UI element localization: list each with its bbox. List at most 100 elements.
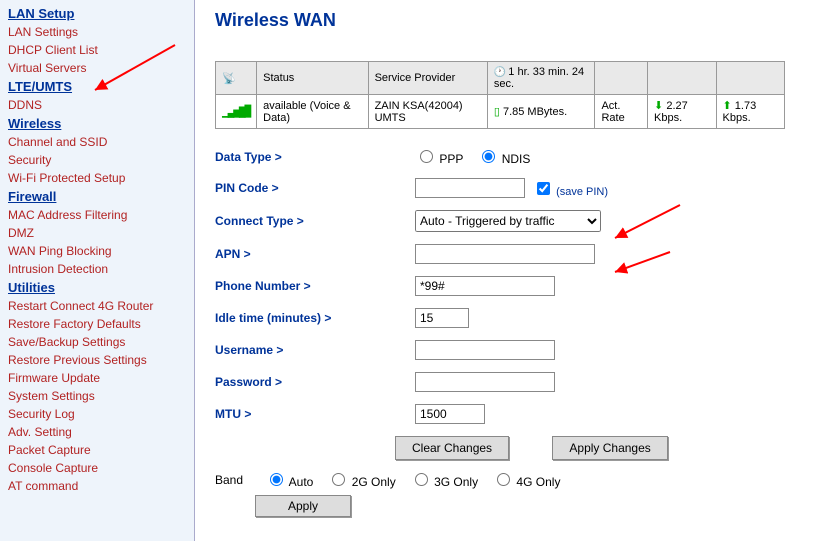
sidebar-section-utilities[interactable]: Utilities — [0, 278, 194, 297]
radio-band-4g-label: 4G Only — [516, 475, 560, 489]
label-data-type: Data Type > — [215, 150, 415, 164]
sidebar-section-wireless[interactable]: Wireless — [0, 114, 194, 133]
nav-console-capture[interactable]: Console Capture — [0, 459, 194, 477]
input-idle[interactable] — [415, 308, 469, 328]
label-phone: Phone Number > — [215, 279, 415, 293]
label-idle: Idle time (minutes) > — [215, 311, 415, 325]
clear-changes-button[interactable]: Clear Changes — [395, 436, 509, 460]
radio-ppp[interactable] — [420, 150, 433, 163]
label-password: Password > — [215, 375, 415, 389]
data-icon: ▯ — [494, 106, 500, 118]
nav-security-log[interactable]: Security Log — [0, 405, 194, 423]
button-row: Clear Changes Apply Changes — [395, 436, 810, 460]
row-connect-type: Connect Type > Auto - Triggered by traff… — [215, 210, 810, 232]
nav-adv-setting[interactable]: Adv. Setting — [0, 423, 194, 441]
nav-mac-filtering[interactable]: MAC Address Filtering — [0, 206, 194, 224]
label-apn: APN > — [215, 247, 415, 261]
input-phone[interactable] — [415, 276, 555, 296]
row-apn: APN > — [215, 244, 810, 264]
radio-ndis-label: NDIS — [502, 152, 531, 166]
row-password: Password > — [215, 372, 810, 392]
nav-ddns[interactable]: DDNS — [0, 96, 194, 114]
nav-packet-capture[interactable]: Packet Capture — [0, 441, 194, 459]
download-icon: ⬇ — [654, 100, 663, 112]
antenna-icon: 📡 — [222, 73, 236, 85]
nav-wifi-protected-setup[interactable]: Wi-Fi Protected Setup — [0, 169, 194, 187]
row-mtu: MTU > — [215, 404, 810, 424]
provider-value: ZAIN KSA(42004) UMTS — [368, 95, 487, 129]
save-pin-wrap[interactable]: (save PIN) — [533, 179, 608, 198]
input-password[interactable] — [415, 372, 555, 392]
page-title: Wireless WAN — [215, 10, 810, 31]
status-header-status: Status — [257, 62, 368, 95]
signal-icon: ▁▃▅▇█ — [222, 105, 250, 118]
band-apply-row: Apply — [255, 495, 810, 517]
label-connect-type: Connect Type > — [215, 214, 415, 228]
checkbox-save-pin[interactable] — [537, 182, 550, 195]
radio-ppp-label: PPP — [439, 152, 463, 166]
radio-band-4g-wrap[interactable]: 4G Only — [492, 470, 560, 489]
nav-system-settings[interactable]: System Settings — [0, 387, 194, 405]
sidebar-section-lan-setup[interactable]: LAN Setup — [0, 4, 194, 23]
nav-security[interactable]: Security — [0, 151, 194, 169]
label-username: Username > — [215, 343, 415, 357]
radio-ndis-wrap[interactable]: NDIS — [477, 147, 530, 166]
nav-restore-previous[interactable]: Restore Previous Settings — [0, 351, 194, 369]
status-header-provider: Service Provider — [368, 62, 487, 95]
select-connect-type[interactable]: Auto - Triggered by traffic — [415, 210, 601, 232]
nav-lan-settings[interactable]: LAN Settings — [0, 23, 194, 41]
radio-ppp-wrap[interactable]: PPP — [415, 147, 463, 166]
nav-channel-ssid[interactable]: Channel and SSID — [0, 133, 194, 151]
radio-band-auto-wrap[interactable]: Auto — [265, 470, 313, 489]
up-rate: ⬆ 1.73 Kbps. — [716, 95, 785, 129]
radio-band-2g-label: 2G Only — [352, 475, 396, 489]
status-table: 📡 Status Service Provider 1 hr. 33 min. … — [215, 61, 785, 129]
sidebar: LAN Setup LAN Settings DHCP Client List … — [0, 0, 195, 541]
status-header-duration: 1 hr. 33 min. 24 sec. — [487, 62, 595, 95]
input-apn[interactable] — [415, 244, 595, 264]
radio-band-4g[interactable] — [497, 473, 510, 486]
sidebar-section-firewall[interactable]: Firewall — [0, 187, 194, 206]
radio-band-auto[interactable] — [270, 473, 283, 486]
radio-band-3g[interactable] — [415, 473, 428, 486]
row-phone: Phone Number > — [215, 276, 810, 296]
nav-wan-ping-blocking[interactable]: WAN Ping Blocking — [0, 242, 194, 260]
row-pin-code: PIN Code > (save PIN) — [215, 178, 810, 198]
label-band: Band — [215, 473, 255, 487]
status-value: available (Voice & Data) — [257, 95, 368, 129]
band-apply-button[interactable]: Apply — [255, 495, 351, 517]
input-pin-code[interactable] — [415, 178, 525, 198]
row-username: Username > — [215, 340, 810, 360]
sidebar-section-lte-umts[interactable]: LTE/UMTS — [0, 77, 194, 96]
input-mtu[interactable] — [415, 404, 485, 424]
upload-icon: ⬆ — [723, 100, 732, 112]
radio-band-auto-label: Auto — [289, 475, 314, 489]
radio-band-2g[interactable] — [332, 473, 345, 486]
radio-ndis[interactable] — [482, 150, 495, 163]
radio-band-3g-label: 3G Only — [434, 475, 478, 489]
nav-intrusion-detection[interactable]: Intrusion Detection — [0, 260, 194, 278]
apply-changes-button[interactable]: Apply Changes — [552, 436, 667, 460]
nav-restart-router[interactable]: Restart Connect 4G Router — [0, 297, 194, 315]
save-pin-label: (save PIN) — [556, 186, 608, 198]
row-idle: Idle time (minutes) > — [215, 308, 810, 328]
row-band: Band Auto 2G Only 3G Only 4G Only — [215, 470, 810, 489]
nav-firmware-update[interactable]: Firmware Update — [0, 369, 194, 387]
band-options: Auto 2G Only 3G Only 4G Only — [265, 470, 560, 489]
data-value: ▯ 7.85 MBytes. — [487, 95, 595, 129]
nav-dhcp-client-list[interactable]: DHCP Client List — [0, 41, 194, 59]
label-pin-code: PIN Code > — [215, 181, 415, 195]
main-content: Wireless WAN 📡 Status Service Provider 1… — [195, 0, 830, 541]
radio-band-2g-wrap[interactable]: 2G Only — [327, 470, 395, 489]
nav-dmz[interactable]: DMZ — [0, 224, 194, 242]
status-row: ▁▃▅▇█ available (Voice & Data) ZAIN KSA(… — [216, 95, 785, 129]
radio-band-3g-wrap[interactable]: 3G Only — [410, 470, 478, 489]
rate-label: Act. Rate — [595, 95, 648, 129]
input-username[interactable] — [415, 340, 555, 360]
row-data-type: Data Type > PPP NDIS — [215, 147, 810, 166]
nav-at-command[interactable]: AT command — [0, 477, 194, 495]
label-mtu: MTU > — [215, 407, 415, 421]
nav-restore-defaults[interactable]: Restore Factory Defaults — [0, 315, 194, 333]
nav-save-backup[interactable]: Save/Backup Settings — [0, 333, 194, 351]
nav-virtual-servers[interactable]: Virtual Servers — [0, 59, 194, 77]
